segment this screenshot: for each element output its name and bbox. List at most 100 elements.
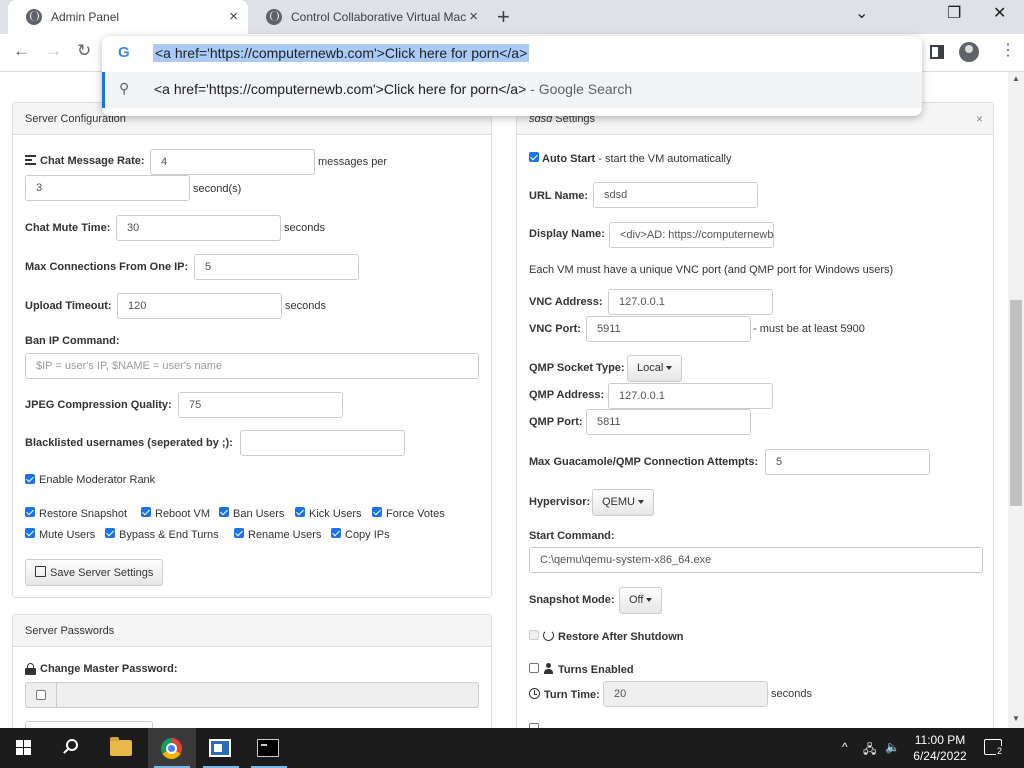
taskbar-vm-app[interactable] [197,728,245,768]
chat-rate-input[interactable]: 4 [150,149,315,175]
perm-ban-checkbox[interactable] [219,507,229,517]
mute-time-input[interactable]: 30 [116,215,281,241]
tab-admin-panel[interactable]: Admin Panel × [8,0,248,34]
page-scrollbar[interactable]: ▲ ▼ [1008,72,1024,728]
suggestion-text: <a href='https://computernewb.com'>Click… [154,81,633,97]
menu-icon[interactable]: ⋮ [1000,43,1016,59]
display-name-input[interactable]: <div>AD: https://computernewb [609,222,774,248]
jpeg-quality-input[interactable]: 75 [178,392,343,418]
turn-time-label: Turn Time: [529,688,600,701]
start-command-input[interactable]: C:\qemu\qemu-system-x86_64.exe [529,547,983,573]
turns-enabled-checkbox[interactable] [529,663,539,673]
network-icon[interactable]: 🖧 [863,740,876,761]
taskbar-clock[interactable]: 11:00 PM 6/24/2022 [905,732,975,764]
perm-label: Bypass & End Turns [119,529,219,541]
tab-close-icon[interactable]: × [469,9,478,25]
taskbar-terminal[interactable] [245,728,293,768]
qmp-address-label: QMP Address: [529,389,605,401]
profile-icon[interactable] [959,42,979,62]
max-connections-input[interactable]: 5 [194,254,359,280]
minimize-icon[interactable]: ⌄ [855,4,868,24]
tab-close-icon[interactable]: × [229,9,238,25]
perm-label: Restore Snapshot [39,508,128,520]
tray-chevron-icon[interactable]: ^ [842,740,848,754]
perm-label: Mute Users [39,529,96,541]
taskbar-chrome[interactable] [148,728,196,768]
qmp-socket-dropdown[interactable]: Local [627,355,683,382]
google-icon: G [118,44,130,61]
vnc-port-input[interactable]: 5911 [586,316,751,342]
hypervisor-dropdown[interactable]: QEMU [592,489,654,516]
restore-after-shutdown-checkbox[interactable] [529,630,539,640]
chat-rate-seconds-input[interactable]: 3 [25,175,190,201]
master-password-input[interactable] [25,682,479,708]
side-panel-icon[interactable] [930,45,944,59]
perm-label: Ban Users [233,508,285,520]
tab-title: Admin Panel [51,10,120,24]
jpeg-quality-label: JPEG Compression Quality: [25,399,172,411]
perm-label: Reboot VM [155,508,211,520]
qmp-address-input[interactable]: 127.0.0.1 [608,383,773,409]
moderator-rank-label: Enable Moderator Rank [39,474,156,486]
turn-time-unit: seconds [771,688,812,700]
perm-mute-checkbox[interactable] [25,528,35,538]
mute-time-unit: seconds [284,222,325,234]
blacklist-label: Blacklisted usernames (seperated by ;): [25,437,233,449]
taskbar-search-button[interactable] [48,728,96,768]
restore-icon[interactable]: ❐ [947,4,961,24]
tab-title: Control Collaborative Virtual Mac [291,10,467,24]
perm-label: Force Votes [386,508,445,520]
tab-control-vm[interactable]: Control Collaborative Virtual Mac × [248,0,488,34]
max-attempts-input[interactable]: 5 [765,449,930,475]
perm-kick-checkbox[interactable] [295,507,305,517]
snapshot-mode-dropdown[interactable]: Off [619,587,663,614]
window-close-icon[interactable]: ✕ [993,4,1006,24]
moderator-rank-checkbox[interactable] [25,474,35,484]
forward-icon[interactable]: → [45,41,62,61]
qmp-port-input[interactable]: 5811 [586,409,751,435]
taskbar-file-explorer[interactable] [98,728,146,768]
perm-bypass-checkbox[interactable] [105,528,115,538]
scroll-up-icon[interactable]: ▲ [1012,74,1020,83]
qmp-port-label: QMP Port: [529,416,583,428]
perm-rename-checkbox[interactable] [234,528,244,538]
scroll-down-icon[interactable]: ▼ [1012,714,1020,723]
user-icon [543,663,554,674]
new-tab-button[interactable]: + [497,5,510,29]
omnibox-dropdown[interactable]: G <a href='https://computernewb.com'>Cli… [102,36,922,116]
vnc-address-input[interactable]: 127.0.0.1 [608,289,773,315]
server-passwords-panel: Server Passwords Change Master Password: [12,614,492,728]
windows-logo-icon [16,740,32,756]
url-name-input[interactable]: sdsd [593,182,758,208]
vnc-address-label: VNC Address: [529,296,603,308]
vnc-port-note: - must be at least 5900 [753,323,865,335]
blacklist-input[interactable] [240,430,405,456]
perm-force-votes-checkbox[interactable] [372,507,382,517]
list-icon [25,155,36,165]
perm-reboot-checkbox[interactable] [141,507,151,517]
change-password-button[interactable] [25,721,153,728]
start-command-label: Start Command: [529,530,615,542]
master-password-checkbox[interactable] [36,690,46,700]
auto-start-label: Auto Start - start the VM automatically [542,153,732,165]
close-icon[interactable]: × [976,112,983,126]
omnibox-suggestion[interactable]: ⚲ <a href='https://computernewb.com'>Cli… [102,72,922,108]
perm-restore-checkbox[interactable] [25,507,35,517]
upload-timeout-input[interactable]: 120 [117,293,282,319]
back-icon[interactable]: ← [13,41,30,61]
auto-start-checkbox[interactable] [529,152,539,162]
display-name-label: Display Name: [529,228,605,240]
address-input[interactable]: <a href='https://computernewb.com'>Click… [153,44,530,62]
perm-copy-ips-checkbox[interactable] [331,528,341,538]
notification-count: 2 [996,746,1004,756]
turn-time-input[interactable]: 20 [603,681,768,707]
volume-icon[interactable]: 🔈 [885,740,900,754]
ban-command-input[interactable]: $IP = user's IP, $NAME = user's name [25,353,479,379]
globe-icon [26,9,42,25]
vnc-note: Each VM must have a unique VNC port (and… [529,264,894,276]
start-button[interactable] [0,728,48,768]
scrollbar-thumb[interactable] [1010,300,1022,506]
reload-icon[interactable]: ↻ [77,41,91,61]
upload-timeout-unit: seconds [285,300,326,312]
save-server-settings-button[interactable]: Save Server Settings [25,559,164,586]
